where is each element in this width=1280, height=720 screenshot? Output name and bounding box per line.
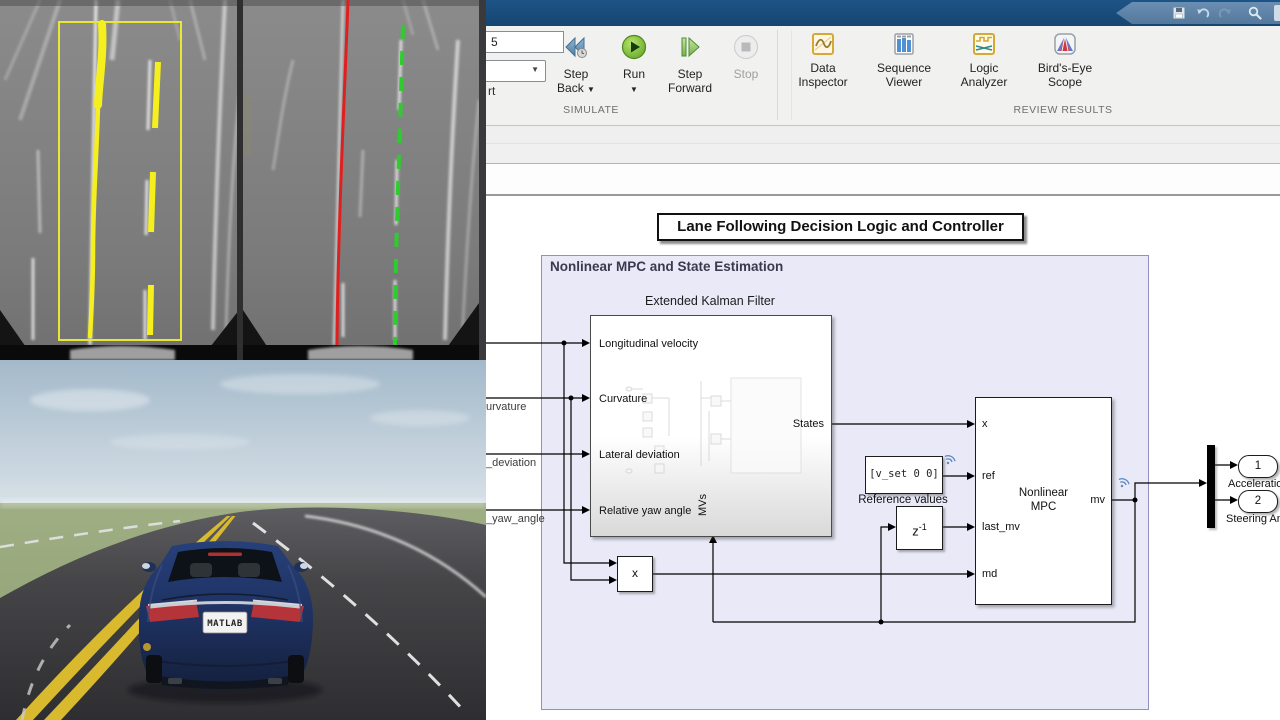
diagram-title-box: Lane Following Decision Logic and Contro… (657, 213, 1024, 241)
ekf-port-label: Curvature (599, 393, 647, 405)
outport-1[interactable]: 1 (1238, 455, 1278, 478)
hidden-icon[interactable] (1274, 5, 1280, 21)
data-inspector-icon (811, 32, 835, 56)
screen: MATLAB (0, 0, 1280, 720)
reference-constant-label: Reference values (843, 494, 963, 506)
lane-fit-view (243, 0, 479, 360)
mux-x-block[interactable]: x (617, 556, 653, 592)
visualization-pane: MATLAB (0, 0, 486, 720)
quick-access-toolbar (1116, 2, 1280, 24)
sequence-viewer-button[interactable]: Sequence Viewer (868, 30, 940, 102)
run-button[interactable]: Run ▼ (605, 30, 663, 102)
view-edge (0, 0, 243, 6)
chevron-down-icon: ▼ (630, 85, 638, 94)
signal-label-lateral-deviation: _deviation (486, 457, 536, 469)
window-title-bar (486, 0, 1280, 26)
simulink-window: 5 ▼ rt Step Back ▼ (486, 0, 1280, 720)
chevron-down-icon: ▼ (587, 85, 595, 94)
run-icon (619, 32, 649, 62)
viewer-edge-strip (479, 0, 486, 360)
simulate-section-label: SIMULATE (546, 104, 636, 116)
ekf-block[interactable]: Longitudinal velocity Curvature Lateral … (590, 315, 832, 537)
signal-label-relative-yaw-angle: _yaw_angle (486, 513, 545, 525)
fast-restart-label-partial: rt (488, 84, 495, 98)
save-icon[interactable] (1172, 6, 1186, 20)
outport-1-label: Acceleratio (1228, 478, 1280, 490)
mpc-port-label: md (982, 568, 997, 580)
redo-icon[interactable] (1218, 6, 1232, 20)
sequence-viewer-icon (892, 32, 916, 56)
reference-constant-block[interactable]: [v_set 0 0] (865, 456, 943, 494)
document-bar (486, 126, 1280, 144)
step-forward-icon (675, 32, 705, 62)
nonlinear-mpc-block[interactable]: NonlinearMPC x ref last_mv md mv (975, 397, 1112, 605)
ekf-port-label: Lateral deviation (599, 449, 680, 461)
mpc-port-label: x (982, 418, 988, 430)
driving-scenario-3d-view: MATLAB (0, 360, 486, 720)
license-plate-text: MATLAB (207, 619, 243, 629)
lane-detection-view (0, 0, 243, 360)
breadcrumb-bar[interactable] (486, 144, 1280, 164)
mpc-port-label: ref (982, 470, 995, 482)
step-forward-button[interactable]: Step Forward (661, 30, 719, 102)
demux-bar[interactable] (1207, 445, 1215, 528)
ekf-port-label: Longitudinal velocity (599, 338, 698, 350)
step-back-icon (561, 32, 591, 62)
ribbon-toolbar: 5 ▼ rt Step Back ▼ (486, 26, 1280, 126)
birds-eye-scope-button[interactable]: Bird's-Eye Scope (1029, 30, 1101, 102)
ekf-bottom-port-label: MVs (697, 490, 709, 520)
stop-icon (731, 32, 761, 62)
review-results-section-label: REVIEW RESULTS (986, 104, 1140, 116)
mpc-port-label: last_mv (982, 521, 1020, 533)
explorer-bar[interactable] (486, 164, 1280, 196)
undo-icon[interactable] (1196, 6, 1210, 20)
simulation-mode-dropdown[interactable]: ▼ (486, 60, 546, 82)
unit-delay-block[interactable]: z-1 (896, 506, 943, 550)
birds-eye-scope-icon (1053, 32, 1077, 56)
step-back-button[interactable]: Step Back ▼ (547, 30, 605, 102)
ekf-output-label: States (793, 418, 824, 430)
ekf-port-label: Relative yaw angle (599, 505, 691, 517)
stop-button: Stop (717, 30, 775, 102)
ekf-block-title: Extended Kalman Filter (590, 294, 830, 308)
outport-2[interactable]: 2 (1238, 490, 1278, 513)
zoom-icon[interactable] (1248, 6, 1262, 20)
signal-label-curvature: urvature (486, 401, 526, 413)
data-inspector-button[interactable]: Data Inspector (787, 30, 859, 102)
toolbar-separator (777, 30, 778, 120)
logic-analyzer-icon (972, 32, 996, 56)
outport-2-label: Steering Ang (1226, 513, 1280, 525)
mpc-output-label: mv (1090, 494, 1105, 506)
subsystem-area-label: Nonlinear MPC and State Estimation (550, 259, 783, 274)
chevron-down-icon: ▼ (531, 65, 539, 74)
logic-analyzer-button[interactable]: Logic Analyzer (948, 30, 1020, 102)
